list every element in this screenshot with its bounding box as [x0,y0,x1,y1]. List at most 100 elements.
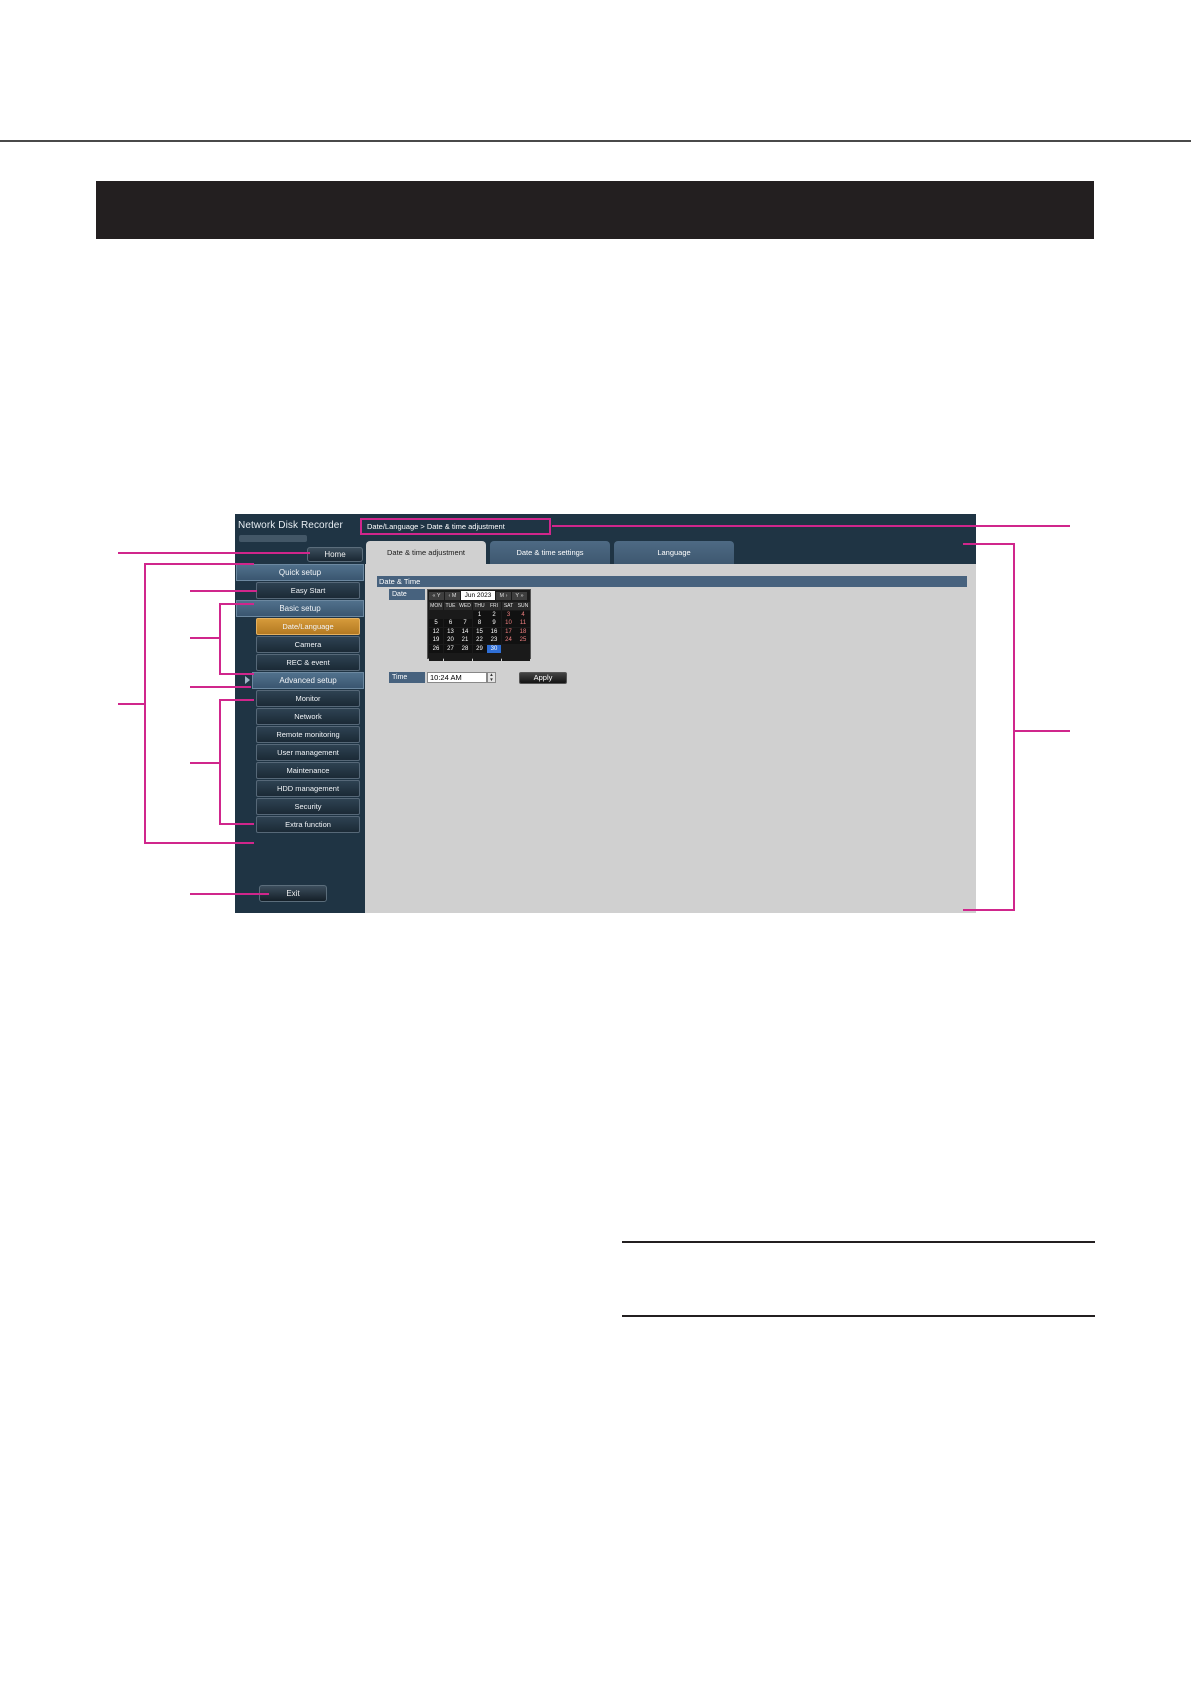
settings-content-area: Date & Time Date « Y ‹ M Jun 2023 M › Y … [365,564,976,913]
next-month-button[interactable]: M › [496,591,511,600]
calendar-day-cell[interactable]: 13 [443,627,458,636]
calendar-day-cell[interactable]: 1 [472,610,487,619]
note-top-rule [622,1241,1095,1243]
nav-maintenance[interactable]: Maintenance [256,762,360,779]
callout-line-basic [190,637,219,639]
time-field[interactable]: 10:24 AM [427,672,487,683]
calendar-day-cell[interactable]: 27 [443,644,458,653]
calendar-day-cell[interactable]: 20 [443,636,458,644]
callout-bracket-basic-bottom [219,673,254,675]
callout-bracket-menu [144,563,146,844]
calendar-empty-cell [516,644,530,653]
setup-menu-panel: Network Disk Recorder Home Quick setup E… [235,514,365,913]
calendar-empty-cell [487,653,501,661]
section-header-band [96,181,1094,239]
callout-line-home [118,552,310,554]
calendar-day-cell[interactable]: 21 [458,636,472,644]
calendar-day-cell[interactable]: 7 [458,619,472,627]
calendar-weekday-header: TUE [443,602,458,610]
calendar-day-cell[interactable]: 18 [516,627,530,636]
nav-remote-monitoring[interactable]: Remote monitoring [256,726,360,743]
prev-year-button[interactable]: « Y [429,591,444,600]
tab-language[interactable]: Language [614,541,734,564]
nav-extra-function[interactable]: Extra function [256,816,360,833]
calendar-weekday-header: SAT [501,602,516,610]
apply-button[interactable]: Apply [519,672,567,684]
recorder-setup-screenshot: Network Disk Recorder Home Quick setup E… [235,514,976,913]
calendar-day-cell[interactable]: 30 [487,644,501,653]
calendar-day-cell[interactable]: 15 [472,627,487,636]
callout-bracket-basic [219,603,221,675]
nav-user-management[interactable]: User management [256,744,360,761]
calendar-day-cell[interactable]: 16 [487,627,501,636]
calendar-empty-cell [458,653,472,661]
calendar-weekday-header: MON [429,602,443,610]
nav-hdd-management[interactable]: HDD management [256,780,360,797]
calendar-empty-cell [429,610,443,619]
calendar-day-cell[interactable]: 26 [429,644,443,653]
calendar-grid: MON TUE WED THU FRI SAT SUN 1 2 3 4 5 6 7 8 9 10 11 12 13 14… [429,602,531,661]
calendar-empty-cell [443,610,458,619]
callout-line-advanced-items [190,762,219,764]
nav-quick-setup[interactable]: Quick setup [236,564,364,581]
tab-date-time-settings[interactable]: Date & time settings [490,541,610,564]
nav-security[interactable]: Security [256,798,360,815]
calendar-day-cell[interactable]: 23 [487,636,501,644]
nav-camera[interactable]: Camera [256,636,360,653]
calendar-empty-cell [472,653,487,661]
nav-easy-start[interactable]: Easy Start [256,582,360,599]
calendar-day-cell[interactable]: 4 [516,610,530,619]
calendar-day-cell[interactable]: 2 [487,610,501,619]
home-button[interactable]: Home [307,547,363,562]
nav-network[interactable]: Network [256,708,360,725]
calendar-day-cell[interactable]: 10 [501,619,516,627]
nav-rec-event[interactable]: REC & event [256,654,360,671]
calendar-weekday-header: WED [458,602,472,610]
note-bottom-rule [622,1315,1095,1317]
calendar-day-cell[interactable]: 3 [501,610,516,619]
calendar-day-cell[interactable]: 29 [472,644,487,653]
triangle-marker-icon [245,676,250,684]
calendar-day-cell[interactable]: 6 [443,619,458,627]
callout-line-breadcrumb [552,525,1070,527]
callout-bracket-menu-top [144,563,254,565]
breadcrumb: Date/Language > Date & time adjustment [360,518,551,535]
calendar-day-cell[interactable]: 19 [429,636,443,644]
time-label: Time [389,672,425,683]
calendar-day-cell[interactable]: 8 [472,619,487,627]
calendar-empty-cell [429,653,443,661]
calendar-day-cell[interactable]: 22 [472,636,487,644]
calendar-day-cell[interactable]: 12 [429,627,443,636]
calendar-day-cell[interactable]: 14 [458,627,472,636]
calendar-day-cell[interactable]: 24 [501,636,516,644]
calendar-empty-cell [443,653,458,661]
calendar-month-label: Jun 2023 [461,591,495,600]
calendar-widget: « Y ‹ M Jun 2023 M › Y » MON TUE WED THU FRI… [427,589,531,661]
calendar-day-cell[interactable]: 28 [458,644,472,653]
calendar-day-cell[interactable]: 17 [501,627,516,636]
date-label: Date [389,589,425,600]
next-year-button[interactable]: Y » [512,591,527,600]
calendar-weekday-header: FRI [487,602,501,610]
calendar-day-cell[interactable]: 25 [516,636,530,644]
tab-date-time-adjustment[interactable]: Date & time adjustment [366,541,486,564]
nav-advanced-setup[interactable]: Advanced setup [252,672,364,689]
calendar-empty-cell [516,653,530,661]
callout-bracket-advanced-top [219,699,254,701]
time-spinner-icon[interactable]: ▲ ▼ [487,672,496,683]
exit-button[interactable]: Exit [259,885,327,902]
calendar-weekday-header: THU [472,602,487,610]
nav-date-language[interactable]: Date/Language [256,618,360,635]
model-number-blurred [239,535,307,542]
calendar-day-cell[interactable]: 11 [516,619,530,627]
nav-basic-setup[interactable]: Basic setup [236,600,364,617]
calendar-day-cell[interactable]: 5 [429,619,443,627]
prev-month-button[interactable]: ‹ M [445,591,460,600]
callout-line-content [1015,730,1070,732]
calendar-empty-cell [501,644,516,653]
callout-bracket-basic-top [219,603,254,605]
calendar-nav-bar: « Y ‹ M Jun 2023 M › Y » [429,591,529,600]
calendar-day-cell[interactable]: 9 [487,619,501,627]
nav-monitor[interactable]: Monitor [256,690,360,707]
callout-bracket-content-bottom [963,909,1015,911]
